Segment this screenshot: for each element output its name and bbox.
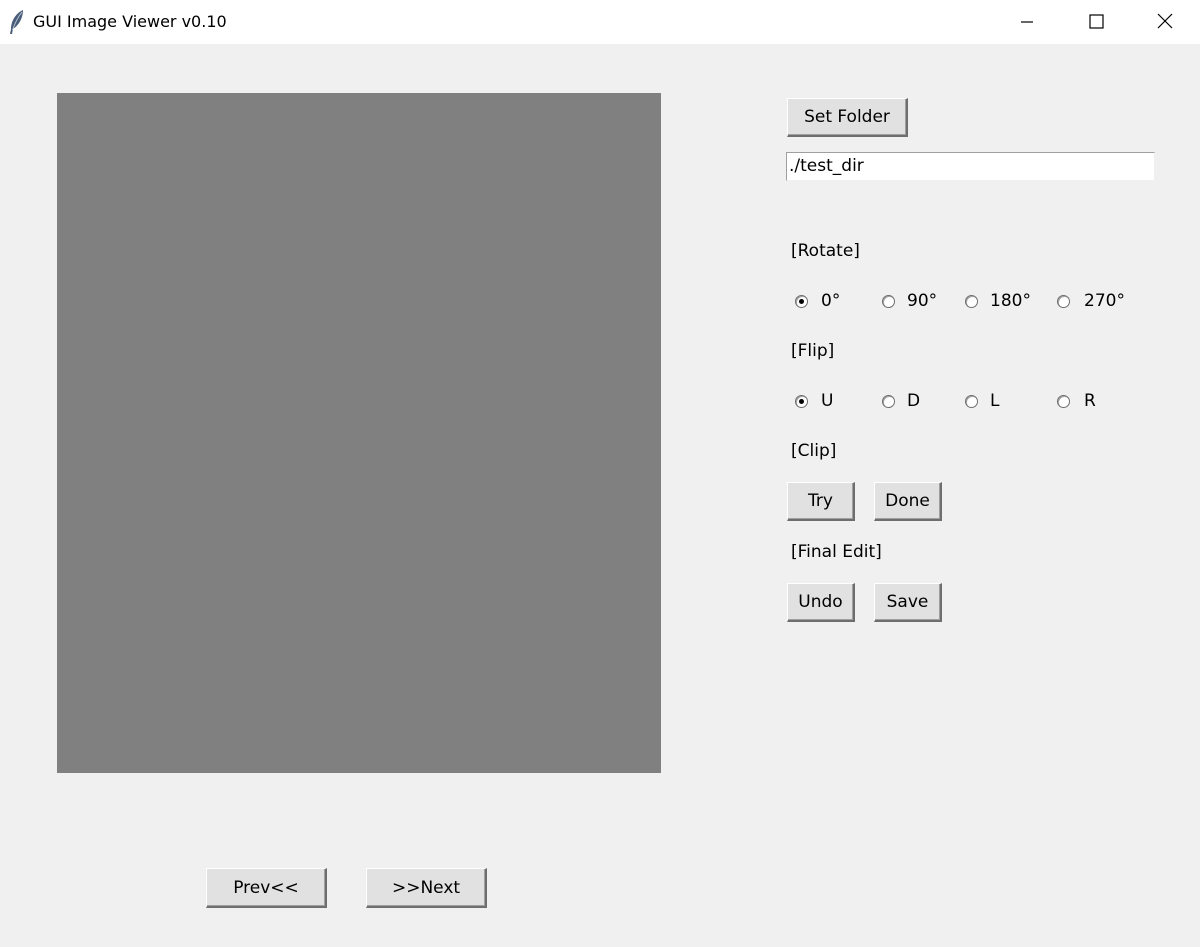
prev-button[interactable]: Prev<< — [206, 868, 327, 908]
image-canvas[interactable] — [57, 93, 661, 773]
radio-indicator — [965, 394, 978, 408]
maximize-icon — [1089, 14, 1104, 29]
set-folder-button[interactable]: Set Folder — [787, 98, 908, 137]
app-window: GUI Image Viewer v0.10 Set Folder ./test… — [0, 0, 1200, 947]
rotate-180-radio[interactable]: 180° — [965, 290, 1031, 312]
maximize-button[interactable] — [1063, 0, 1129, 44]
next-button[interactable]: >>Next — [366, 868, 487, 908]
flip-section-label: [Flip] — [791, 341, 835, 361]
rotate-270-radio[interactable]: 270° — [1057, 290, 1125, 312]
rotate-180-label: 180° — [990, 291, 1031, 311]
clip-try-button[interactable]: Try — [787, 482, 855, 521]
flip-right-label: R — [1084, 391, 1096, 411]
minimize-button[interactable] — [994, 0, 1060, 44]
flip-left-radio[interactable]: L — [965, 390, 999, 412]
rotate-90-label: 90° — [907, 291, 938, 311]
save-button[interactable]: Save — [874, 583, 942, 622]
clip-done-button[interactable]: Done — [874, 482, 942, 521]
folder-path-input[interactable]: ./test_dir — [786, 152, 1155, 181]
rotate-section-label: [Rotate] — [791, 241, 860, 261]
feather-icon — [8, 9, 26, 35]
radio-indicator — [1057, 394, 1070, 408]
flip-right-radio[interactable]: R — [1057, 390, 1096, 412]
rotate-0-radio[interactable]: 0° — [795, 290, 840, 312]
flip-left-label: L — [990, 391, 1000, 411]
rotate-270-label: 270° — [1084, 291, 1125, 311]
minimize-icon — [1021, 21, 1033, 23]
flip-up-radio[interactable]: U — [795, 390, 833, 412]
close-button[interactable] — [1132, 0, 1198, 44]
radio-indicator — [795, 294, 808, 308]
rotate-0-label: 0° — [821, 291, 841, 311]
title-bar[interactable]: GUI Image Viewer v0.10 — [0, 0, 1200, 44]
close-icon — [1157, 13, 1173, 29]
flip-down-radio[interactable]: D — [882, 390, 920, 412]
radio-indicator — [965, 294, 978, 308]
clip-section-label: [Clip] — [791, 441, 837, 461]
flip-up-label: U — [821, 391, 834, 411]
final-edit-section-label: [Final Edit] — [791, 542, 882, 562]
rotate-90-radio[interactable]: 90° — [882, 290, 937, 312]
radio-indicator — [882, 394, 895, 408]
undo-button[interactable]: Undo — [787, 583, 855, 622]
radio-indicator — [795, 394, 808, 408]
flip-down-label: D — [907, 391, 921, 411]
radio-indicator — [882, 294, 895, 308]
radio-indicator — [1057, 294, 1070, 308]
window-title: GUI Image Viewer v0.10 — [33, 12, 227, 31]
